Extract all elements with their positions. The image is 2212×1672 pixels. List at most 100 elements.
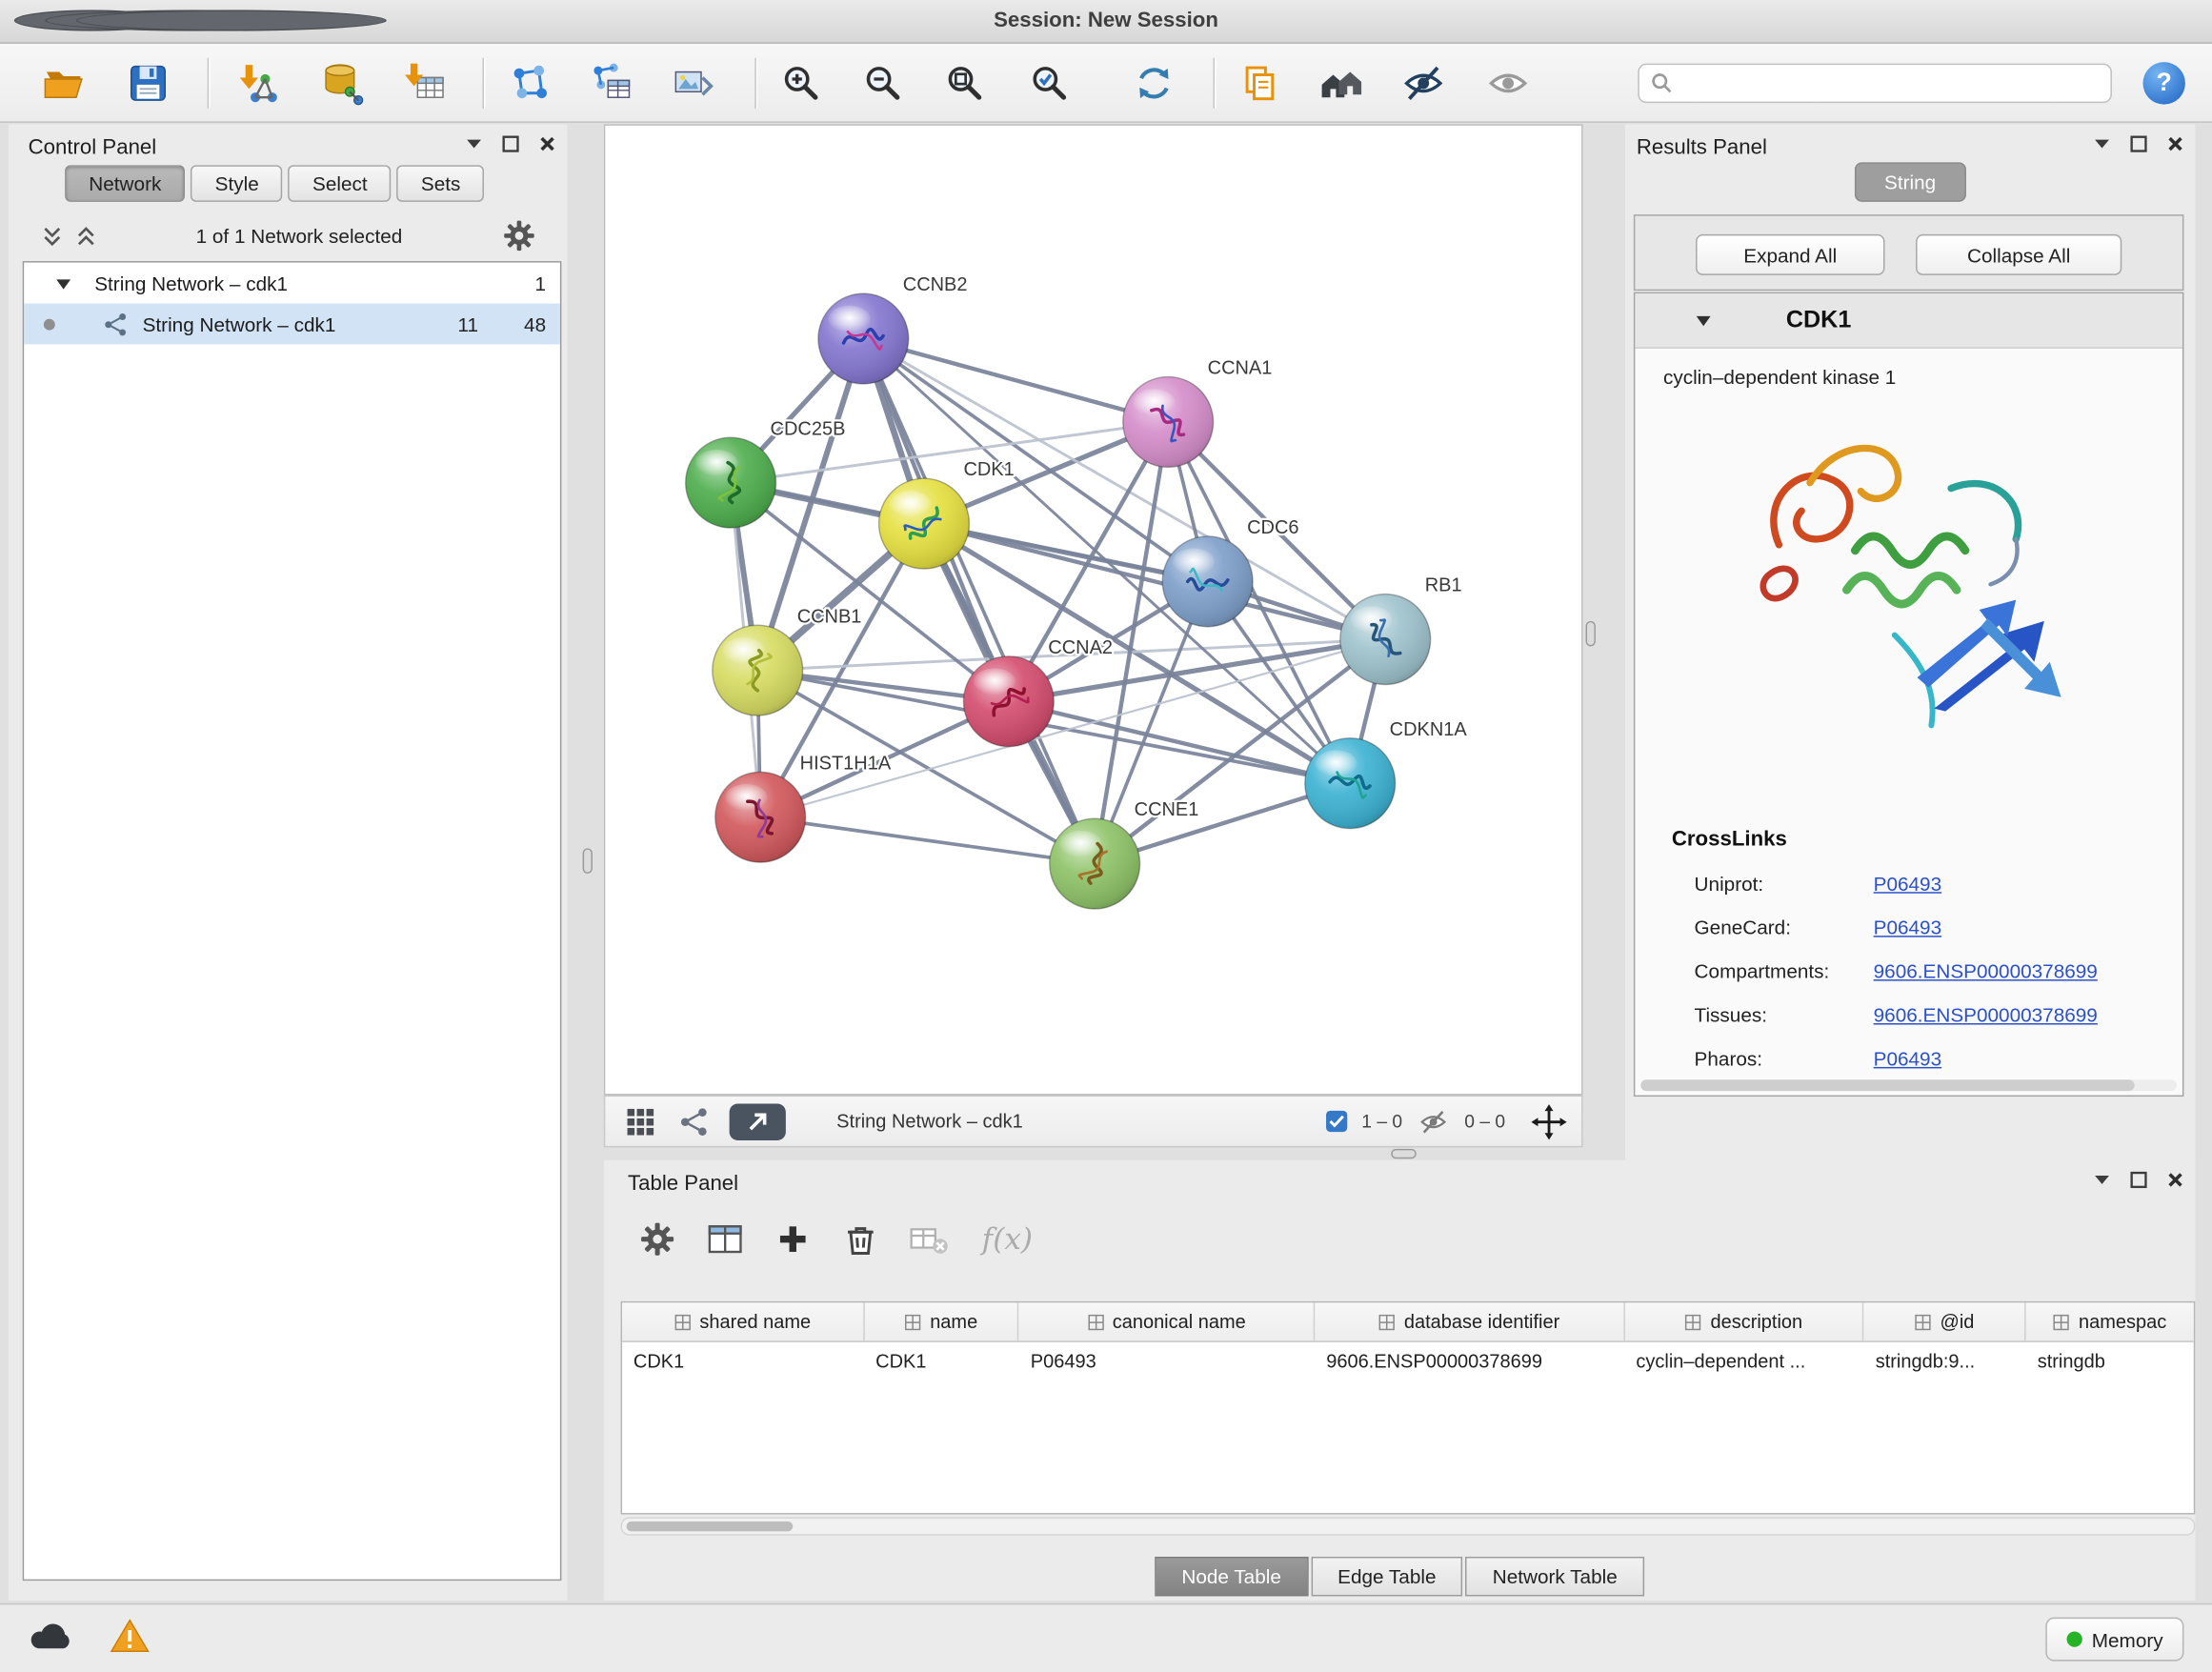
tab-select[interactable]: Select [289, 165, 392, 202]
tab-network[interactable]: Network [65, 165, 185, 202]
disclosure-triangle-icon[interactable] [55, 276, 72, 291]
tab-network-table[interactable]: Network Table [1466, 1557, 1644, 1596]
panel-menu-icon[interactable] [466, 138, 483, 150]
network-node-RB1[interactable] [1340, 594, 1431, 685]
zoom-out-button[interactable] [852, 51, 914, 113]
column-header[interactable]: name [864, 1302, 1019, 1340]
memory-button[interactable]: Memory [2045, 1618, 2183, 1662]
network-node-CDKN1A[interactable] [1305, 738, 1396, 829]
apply-layout-button[interactable] [1123, 51, 1185, 113]
cell-canonical-name[interactable]: P06493 [1019, 1342, 1315, 1380]
open-session-button[interactable] [32, 51, 94, 113]
disclosure-triangle-icon[interactable] [1695, 313, 1713, 328]
cell-name[interactable]: CDK1 [864, 1342, 1019, 1380]
crosslink-link[interactable]: 9606.ENSP00000378699 [1874, 959, 2098, 982]
table-options-gear-icon[interactable] [629, 1211, 685, 1267]
scrollbar-thumb[interactable] [627, 1521, 794, 1531]
cell-shared-name[interactable]: CDK1 [622, 1342, 864, 1380]
birdseye-grid-icon[interactable] [625, 1106, 656, 1138]
results-horizontal-scrollbar[interactable] [1640, 1079, 2177, 1091]
new-network-button[interactable] [498, 51, 560, 113]
network-node-CDK1[interactable] [879, 478, 970, 569]
panel-close-icon[interactable] [539, 135, 556, 152]
table-horizontal-scrollbar[interactable] [621, 1518, 2196, 1536]
delete-column-trash-icon[interactable] [833, 1211, 889, 1267]
expand-all-networks-icon[interactable] [76, 225, 96, 246]
crosslink-link[interactable]: P06493 [1874, 873, 1941, 896]
zoom-in-button[interactable] [771, 51, 833, 113]
network-collection-row[interactable]: String Network – cdk1 1 [24, 263, 560, 304]
panel-float-icon[interactable] [502, 135, 519, 152]
hidden-eye-slash-icon[interactable] [1417, 1107, 1451, 1136]
cell-database-identifier[interactable]: 9606.ENSP00000378699 [1315, 1342, 1624, 1380]
export-network-image-button[interactable] [662, 51, 724, 113]
hide-glass-button[interactable] [1393, 51, 1455, 113]
column-header[interactable]: namespac [2026, 1302, 2194, 1340]
network-canvas[interactable]: CCNB2CCNA1CDC25BCDK1CDC6RB1CCNB1CCNA2CDK… [604, 124, 1583, 1095]
zoom-fit-button[interactable] [934, 51, 995, 113]
import-network-from-database-button[interactable] [311, 51, 372, 113]
cell-namespace[interactable]: stringdb [2026, 1342, 2194, 1380]
column-header[interactable]: database identifier [1315, 1302, 1624, 1340]
gene-section-header[interactable]: CDK1 [1635, 293, 2182, 349]
create-column-plus-icon[interactable] [765, 1211, 821, 1267]
tab-style[interactable]: Style [191, 165, 282, 202]
panel-float-icon[interactable] [2130, 1172, 2147, 1189]
network-edge-CCNB2-CCNE1[interactable] [863, 339, 1095, 864]
panel-close-icon[interactable] [2167, 135, 2184, 152]
tab-node-table[interactable]: Node Table [1155, 1557, 1308, 1596]
show-columns-icon[interactable] [697, 1211, 754, 1267]
crosslink-link[interactable]: P06493 [1874, 916, 1941, 938]
network-node-CDC25B[interactable] [686, 437, 776, 528]
expand-all-button[interactable]: Expand All [1696, 234, 1884, 275]
network-options-gear-icon[interactable] [502, 219, 536, 253]
column-header[interactable]: description [1625, 1302, 1864, 1340]
network-and-table-button[interactable] [580, 51, 642, 113]
network-node-CCNA1[interactable] [1123, 377, 1214, 468]
string-home-button[interactable] [1311, 51, 1373, 113]
panel-menu-icon[interactable] [2094, 1175, 2111, 1186]
selected-nodes-checkbox[interactable] [1326, 1111, 1347, 1132]
detach-view-button[interactable] [730, 1103, 786, 1140]
tab-edge-table[interactable]: Edge Table [1311, 1557, 1463, 1596]
panel-float-icon[interactable] [2130, 135, 2147, 152]
network-node-CCNE1[interactable] [1050, 818, 1140, 909]
tab-sets[interactable]: Sets [397, 165, 485, 202]
import-network-from-file-button[interactable] [226, 51, 288, 113]
network-node-CCNB2[interactable] [818, 293, 909, 384]
splitter-grip[interactable] [1391, 1149, 1417, 1158]
network-row-selected[interactable]: String Network – cdk1 11 48 [24, 304, 560, 345]
panel-close-icon[interactable] [2167, 1172, 2184, 1189]
splitter-grip[interactable] [1586, 621, 1596, 647]
table-row[interactable]: CDK1 CDK1 P06493 9606.ENSP00000378699 cy… [622, 1342, 2194, 1380]
show-glass-button[interactable] [1478, 51, 1539, 113]
import-table-from-file-button[interactable] [395, 51, 457, 113]
help-button[interactable]: ? [2142, 61, 2184, 103]
panel-menu-icon[interactable] [2094, 138, 2111, 150]
network-node-CCNA2[interactable] [963, 656, 1054, 747]
tab-string[interactable]: String [1855, 162, 1965, 201]
cloud-icon[interactable] [29, 1619, 73, 1653]
network-node-CCNB1[interactable] [713, 625, 803, 715]
crosslink-link[interactable]: P06493 [1874, 1047, 1941, 1070]
collapse-all-networks-icon[interactable] [42, 225, 62, 246]
collapse-all-button[interactable]: Collapse All [1916, 234, 2122, 275]
save-session-button[interactable] [117, 51, 179, 113]
column-header[interactable]: canonical name [1019, 1302, 1315, 1340]
zoom-selected-button[interactable] [1018, 51, 1080, 113]
pan-move-icon[interactable] [1531, 1103, 1568, 1140]
column-header[interactable]: @id [1864, 1302, 2026, 1340]
warning-icon[interactable] [111, 1618, 150, 1655]
crosslink-link[interactable]: 9606.ENSP00000378699 [1874, 1003, 2098, 1026]
cell-id[interactable]: stringdb:9... [1864, 1342, 2026, 1380]
cell-description[interactable]: cyclin–dependent ... [1625, 1342, 1864, 1380]
network-edge-CCNE1-HIST1H1A[interactable] [760, 817, 1095, 864]
splitter-grip[interactable] [583, 848, 593, 874]
network-node-CDC6[interactable] [1162, 536, 1253, 627]
search-input[interactable] [1673, 70, 2074, 95]
network-node-HIST1H1A[interactable] [715, 772, 806, 862]
column-header[interactable]: shared name [622, 1302, 864, 1340]
copy-document-button[interactable] [1229, 51, 1291, 113]
network-glyph-icon[interactable] [678, 1106, 710, 1138]
network-edge-CDK1-RB1[interactable] [924, 524, 1385, 639]
